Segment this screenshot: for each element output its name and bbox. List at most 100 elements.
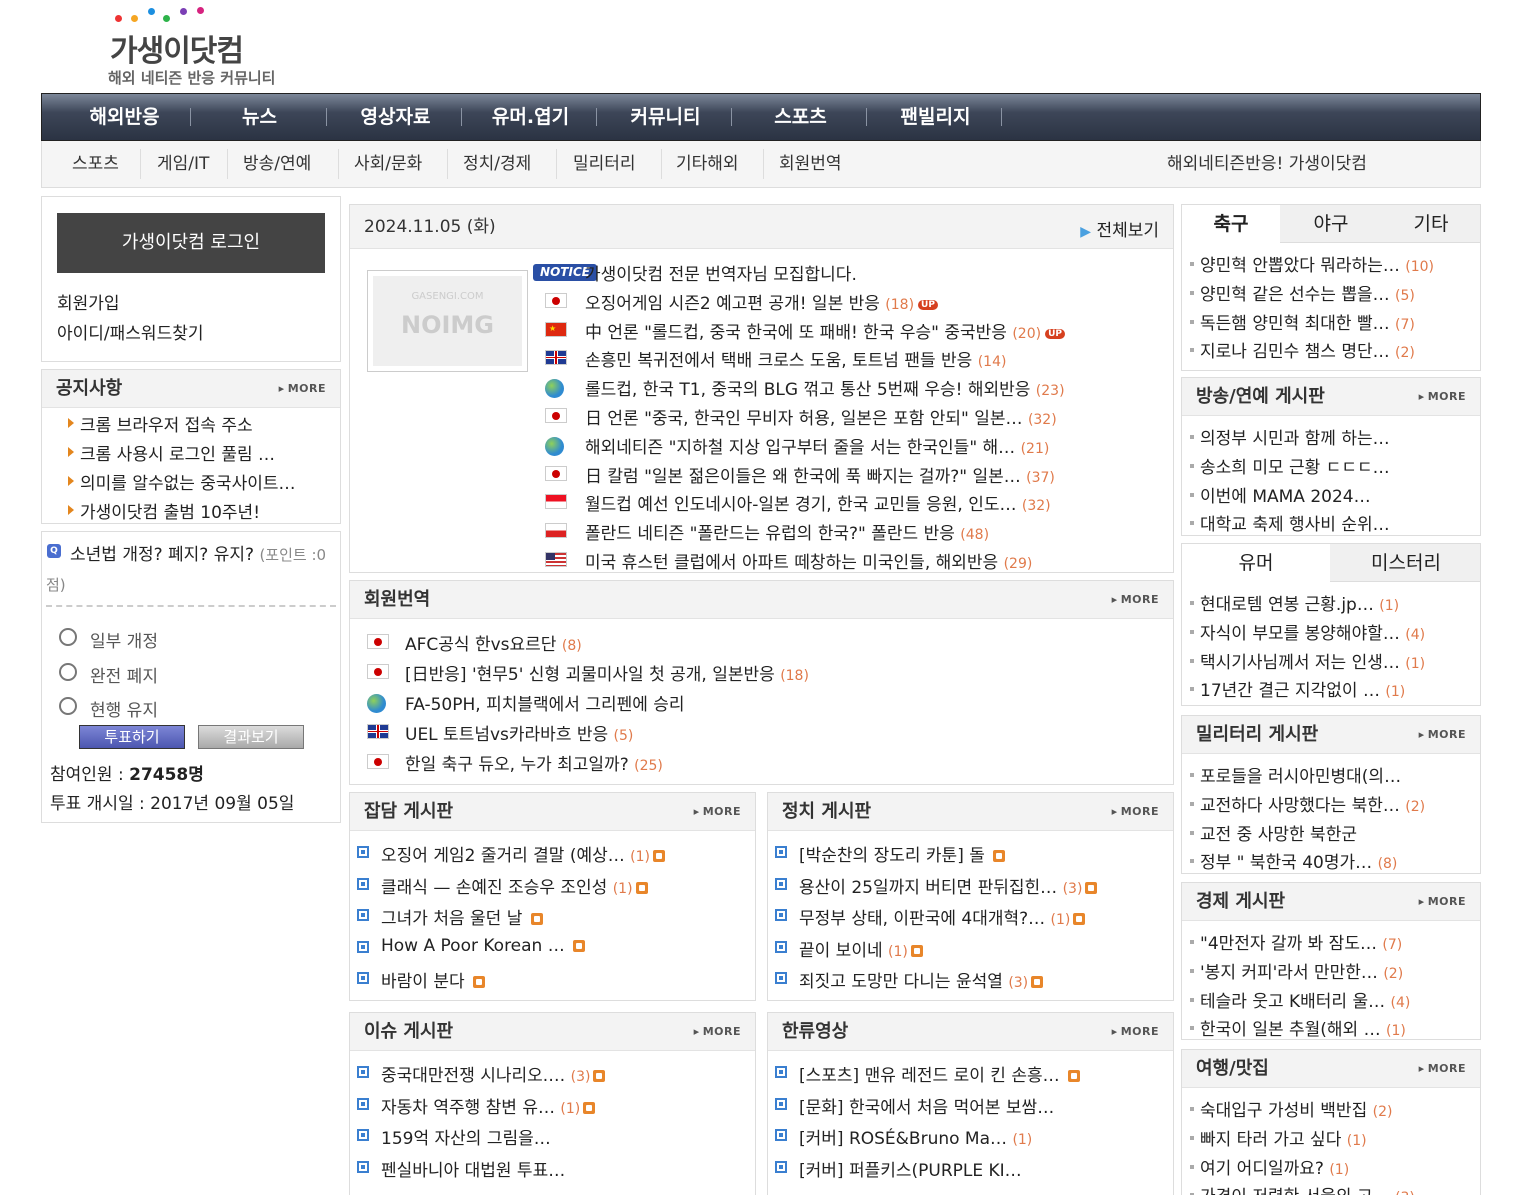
notice-item[interactable]: 의미를 알수없는 중국사이트… (80, 469, 330, 494)
reaction-item[interactable]: 오징어게임 시즌2 예고편 공개! 일본 반응 (18) UP (585, 289, 1115, 314)
board-post[interactable]: 죄짓고 도망만 다니는 윤석열 (3) (799, 967, 1164, 992)
board-post[interactable]: 중국대만전쟁 시나리오.… (3) (381, 1061, 746, 1086)
sidebar-post[interactable]: '봉지 커피'라서 만만한… (2) (1200, 958, 1470, 983)
board-post[interactable]: 클래식 — 손예진 조승우 조인성 (1) (381, 873, 746, 898)
sidebar-post[interactable]: 교전하다 사망했다는 북한… (2) (1200, 791, 1470, 816)
site-logo[interactable]: 가생이닷컴 (110, 26, 244, 70)
sidebar-post[interactable]: 포로들을 러시아민병대(의… (1200, 762, 1470, 787)
board-more-link[interactable]: MORE (694, 805, 741, 818)
reaction-item[interactable]: 롤드컵, 한국 T1, 중국의 BLG 꺾고 통산 5번째 우승! 해외반응 (… (585, 375, 1115, 400)
sidebar-post[interactable]: 의정부 시민과 함께 하는… (1200, 424, 1470, 449)
reaction-item[interactable]: 가생이닷컴 전문 번역자님 모집합니다. (585, 260, 1115, 285)
sidebar-post[interactable]: 택시기사님께서 저는 인생… (1) (1200, 648, 1470, 673)
sidebar-more-link[interactable]: MORE (1419, 728, 1466, 741)
results-button[interactable]: 결과보기 (198, 725, 304, 749)
board-post[interactable]: 무정부 상태, 이판국에 4대개혁?… (1) (799, 904, 1164, 929)
board-post[interactable]: 그녀가 처음 울던 날 (381, 904, 746, 929)
sidebar-post[interactable]: 대학교 축제 행사비 순위… (1200, 510, 1470, 535)
sidebar-post[interactable]: 빠지 타러 가고 싶다 (1) (1200, 1125, 1470, 1150)
member-more-link[interactable]: MORE (1112, 593, 1159, 606)
board-post[interactable]: 펜실바니아 대법원 투표… (381, 1156, 746, 1181)
sidebar-post[interactable]: 한국이 일본 추월(해외 … (1) (1200, 1015, 1470, 1040)
sidebar-post[interactable]: 교전 중 사망한 북한군 (1200, 820, 1470, 845)
tab-other[interactable]: 기타 (1382, 205, 1480, 243)
board-more-link[interactable]: MORE (1112, 1025, 1159, 1038)
sidebar-more-link[interactable]: MORE (1419, 1062, 1466, 1075)
sidebar-post[interactable]: "4만전자 갈까 봐 잠도… (7) (1200, 929, 1470, 954)
sidebar-post[interactable]: 지로나 김민수 챔스 명단… (2) (1200, 337, 1470, 362)
reaction-item[interactable]: 日 언론 "중국, 한국인 무비자 허용, 일본은 포함 안되" 일본… (32… (585, 404, 1115, 429)
reaction-item[interactable]: 해외네티즌 "지하철 지상 입구부터 줄을 서는 한국인들" 해… (21) (585, 433, 1115, 458)
board-post[interactable]: 용산이 25일까지 버티면 판뒤집힌… (3) (799, 873, 1164, 898)
subnav-politics[interactable]: 정치/경제 (463, 141, 531, 187)
member-translation-item[interactable]: UEL 토트넘vs카라바흐 반응 (5) (405, 720, 1145, 745)
subnav-society[interactable]: 사회/문화 (354, 141, 422, 187)
reaction-item[interactable]: 미국 휴스턴 클럽에서 아파트 떼창하는 미국인들, 해외반응 (29) (585, 548, 1115, 573)
board-post[interactable]: 오징어 게임2 줄거리 결말 (예상… (1) (381, 841, 746, 866)
poll-option-radio[interactable] (59, 663, 77, 681)
poll-option-radio[interactable] (59, 697, 77, 715)
sidebar-post[interactable]: 현대로템 연봉 근황.jp… (1) (1200, 590, 1470, 615)
sidebar-more-link[interactable]: MORE (1419, 390, 1466, 403)
sidebar-post[interactable]: 자식이 부모를 봉양해야할… (4) (1200, 619, 1470, 644)
tab-soccer[interactable]: 축구 (1182, 205, 1280, 243)
board-post[interactable]: 자동차 역주행 참변 유… (1) (381, 1093, 746, 1118)
subnav-military[interactable]: 밀리터리 (573, 141, 636, 187)
thumbnail-placeholder[interactable]: GASENGI.COM NOIMG (367, 270, 528, 372)
login-button[interactable]: 가생이닷컴 로그인 (57, 213, 325, 273)
reaction-item[interactable]: 손흥민 복귀전에서 택배 크로스 도움, 토트넘 팬들 반응 (14) (585, 346, 1115, 371)
subnav-sports[interactable]: 스포츠 (72, 141, 119, 187)
nav-video[interactable]: 영상자료 (328, 94, 463, 140)
subnav-other[interactable]: 기타해외 (676, 141, 739, 187)
sidebar-post[interactable]: 독든햄 양민혁 최대한 빨… (7) (1200, 309, 1470, 334)
reaction-item[interactable]: 폴란드 네티즌 "폴란드는 유럽의 한국?" 폴란드 반응 (48) (585, 519, 1115, 544)
tab-mystery[interactable]: 미스터리 (1332, 544, 1480, 582)
board-post[interactable]: 끝이 보이네 (1) (799, 936, 1164, 961)
reaction-item[interactable]: 日 칼럼 "일본 젊은이들은 왜 한국에 푹 빠지는 걸까?" 일본… (37) (585, 462, 1115, 487)
board-post[interactable]: How A Poor Korean … (381, 936, 746, 956)
sidebar-post[interactable]: 정부 " 북한국 40명가… (8) (1200, 848, 1470, 873)
sidebar-post[interactable]: 양민혁 같은 선수는 뽑을… (5) (1200, 280, 1470, 305)
board-more-link[interactable]: MORE (694, 1025, 741, 1038)
nav-humor[interactable]: 유머.엽기 (463, 94, 598, 140)
board-post[interactable]: 바람이 분다 (381, 967, 746, 992)
nav-sports[interactable]: 스포츠 (733, 94, 868, 140)
board-post[interactable]: 159억 자산의 그림을… (381, 1124, 746, 1149)
tab-humor[interactable]: 유머 (1182, 544, 1330, 582)
subnav-broadcast[interactable]: 방송/연예 (243, 141, 311, 187)
nav-overseas-reaction[interactable]: 해외반응 (62, 94, 187, 140)
board-post[interactable]: [스포츠] 맨유 레전드 로이 킨 손흥… (799, 1061, 1164, 1086)
view-all-link[interactable]: ▶ 전체보기 (1080, 216, 1159, 241)
poll-option-radio[interactable] (59, 628, 77, 646)
sidebar-post[interactable]: 17년간 결근 지각없이 … (1) (1200, 676, 1470, 701)
nav-community[interactable]: 커뮤니티 (598, 94, 733, 140)
find-account-link[interactable]: 아이디/패스워드찾기 (57, 319, 204, 344)
notice-item[interactable]: 크롬 사용시 로그인 풀림 … (80, 440, 330, 465)
sidebar-post[interactable]: 양민혁 안뽑았다 뭐라하는… (10) (1200, 251, 1470, 276)
notice-item[interactable]: 가생이닷컴 출범 10주년! (80, 498, 330, 523)
board-post[interactable]: [박순찬의 장도리 카툰] 돌 (799, 841, 1164, 866)
tab-baseball[interactable]: 야구 (1282, 205, 1380, 243)
reaction-item[interactable]: 中 언론 "롤드컵, 중국 한국에 또 패배! 한국 우승" 중국반응 (20)… (585, 318, 1115, 343)
member-translation-item[interactable]: 한일 축구 듀오, 누가 최고일까? (25) (405, 750, 1145, 775)
notice-more-link[interactable]: MORE (279, 382, 326, 395)
sidebar-post[interactable]: 송소희 미모 근황 ㄷㄷㄷ… (1200, 453, 1470, 478)
member-translation-item[interactable]: FA-50PH, 피치블랙에서 그리펜에 승리 (405, 690, 1145, 715)
signup-link[interactable]: 회원가입 (57, 289, 120, 314)
subnav-member-translation[interactable]: 회원번역 (779, 141, 842, 187)
sidebar-post[interactable]: 이번에 MAMA 2024… (1200, 482, 1470, 507)
sidebar-post[interactable]: 여기 어디일까요? (1) (1200, 1154, 1470, 1179)
sidebar-more-link[interactable]: MORE (1419, 895, 1466, 908)
notice-item[interactable]: 크롬 브라우저 접속 주소 (80, 411, 330, 436)
sidebar-post[interactable]: 숙대입구 가성비 백반집 (2) (1200, 1096, 1470, 1121)
sidebar-post[interactable]: 가격이 저렴한 서울의 고… (3) (1200, 1182, 1470, 1195)
member-translation-item[interactable]: AFC공식 한vs요르단 (8) (405, 630, 1145, 655)
board-post[interactable]: [문화] 한국에서 처음 먹어본 보쌈… (799, 1093, 1164, 1118)
subnav-game-it[interactable]: 게임/IT (157, 141, 209, 187)
board-more-link[interactable]: MORE (1112, 805, 1159, 818)
reaction-item[interactable]: 월드컵 예선 인도네시아-일본 경기, 한국 교민들 응원, 인도… (32) (585, 490, 1115, 515)
sidebar-post[interactable]: 테슬라 웃고 K배터리 울… (4) (1200, 987, 1470, 1012)
subnav-tagline[interactable]: 해외네티즌반응! 가생이닷컴 (1167, 141, 1367, 187)
nav-news[interactable]: 뉴스 (192, 94, 327, 140)
member-translation-item[interactable]: [日반응] '현무5' 신형 괴물미사일 첫 공개, 일본반응 (18) (405, 660, 1145, 685)
